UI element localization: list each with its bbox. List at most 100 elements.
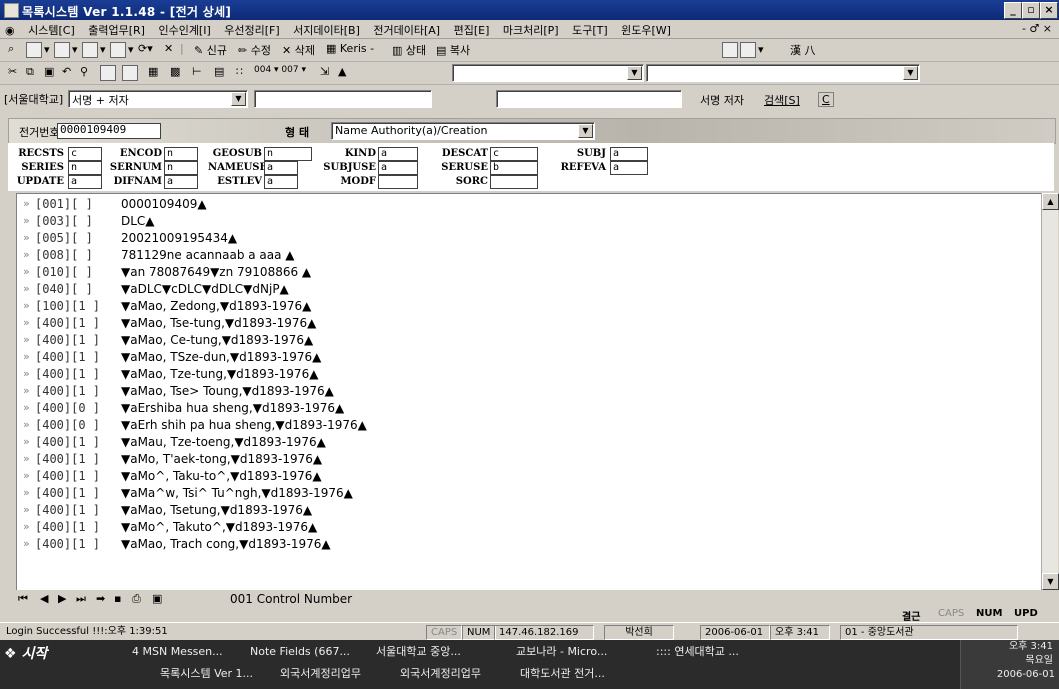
row-expand-icon[interactable]: » xyxy=(23,503,30,516)
fixed-field-subj[interactable]: a xyxy=(610,147,648,161)
row-expand-icon[interactable]: » xyxy=(23,520,30,533)
menu-output[interactable]: 출력업무[R] xyxy=(83,20,150,38)
title-bar[interactable]: 목록시스템 Ver 1.1.48 - [전거 상세] _ ▫ × xyxy=(0,0,1059,20)
fixed-field-refeva[interactable]: a xyxy=(610,161,648,175)
authority-no-field[interactable]: 0000109409 xyxy=(57,123,161,139)
fixed-field-sorc[interactable] xyxy=(490,175,538,189)
task-snu-library[interactable]: 서울대학교 중앙... xyxy=(376,642,461,662)
marc-field-row[interactable]: » [400][1 ] ▼aMao, Tsetung,▼d1893-1976▲ xyxy=(17,503,1037,520)
row-expand-icon[interactable]: » xyxy=(23,214,30,227)
menu-authority-data[interactable]: 전거데이타[A] xyxy=(368,20,445,38)
marc-field-row[interactable]: » [100][1 ] ▼aMao, Zedong,▼d1893-1976▲ xyxy=(17,299,1037,316)
marc-field-content[interactable]: ▼aMao, TSze-dun,▼d1893-1976▲ xyxy=(121,350,321,364)
marc-field-content[interactable]: ▼aMo, T'aek-tong,▼d1893-1976▲ xyxy=(121,452,322,466)
status-button[interactable]: ▥ 상태 xyxy=(392,42,426,58)
marc-field-row[interactable]: » [400][1 ] ▼aMau, Tze-toeng,▼d1893-1976▲ xyxy=(17,435,1037,452)
start-button[interactable]: ❖ 시작 xyxy=(4,643,74,665)
scroll-down-icon[interactable]: ▼ xyxy=(1042,573,1059,590)
menu-marc[interactable]: 마크처리[P] xyxy=(498,20,564,38)
format-icon[interactable]: ▤ xyxy=(214,65,224,78)
fixed-field-estlev[interactable]: a xyxy=(264,175,298,189)
minimize-button[interactable]: _ xyxy=(1004,2,1022,19)
insert-icon[interactable]: ⇲ xyxy=(320,65,329,78)
restore-button[interactable]: ▫ xyxy=(1022,2,1040,19)
marc-field-content[interactable]: 0000109409▲ xyxy=(121,197,207,211)
row-expand-icon[interactable]: » xyxy=(23,265,30,278)
row-expand-icon[interactable]: » xyxy=(23,367,30,380)
marc-field-content[interactable]: ▼aMau, Tze-toeng,▼d1893-1976▲ xyxy=(121,435,326,449)
toolbar-combo-2[interactable]: ▼ xyxy=(646,64,920,82)
fixed-field-sernum[interactable]: n xyxy=(164,161,198,175)
task-catalog-system[interactable]: 목록시스템 Ver 1... xyxy=(160,664,253,684)
toolbar-combo-1[interactable]: ▼ xyxy=(452,64,644,82)
marc-field-row[interactable]: » [400][1 ] ▼aMo^, Takuto^,▼d1893-1976▲ xyxy=(17,520,1037,537)
marc-field-row[interactable]: » [400][1 ] ▼aMao, Trach cong,▼d1893-1976▲ xyxy=(17,537,1037,554)
row-expand-icon[interactable]: » xyxy=(23,316,30,329)
keris-button[interactable]: ▦ Keris - xyxy=(326,42,374,55)
row-expand-icon[interactable]: » xyxy=(23,350,30,363)
marc-field-content[interactable]: 781129ne acannaab a aaa ▲ xyxy=(121,248,295,262)
refresh-icon[interactable]: ⟳▾ xyxy=(138,42,153,55)
marc-field-row[interactable]: » [003][ ] DLC▲ xyxy=(17,214,1037,231)
delimiter-icon[interactable]: ▲ xyxy=(338,65,346,78)
form2-icon[interactable] xyxy=(122,65,140,81)
marc-field-content[interactable]: ▼aMao, Tze-tung,▼d1893-1976▲ xyxy=(121,367,318,381)
task-foreign-cat-2[interactable]: 외국서계정리업무 xyxy=(400,664,481,684)
search-icon[interactable]: ⌕ xyxy=(8,42,14,56)
copy-button[interactable]: ▤ 복사 xyxy=(436,42,470,58)
subfield-icon[interactable]: ▩ xyxy=(170,65,180,78)
marc-editor[interactable]: » [001][ ] 0000109409▲ » [003][ ] DLC▲ » [005][… xyxy=(16,193,1042,591)
marc-field-content[interactable]: ▼aErshiba hua sheng,▼d1893-1976▲ xyxy=(121,401,344,415)
marc-field-row[interactable]: » [400][1 ] ▼aMo, T'aek-tong,▼d1893-1976▲ xyxy=(17,452,1037,469)
goto-icon[interactable]: ➡ xyxy=(96,592,105,605)
close-button[interactable]: × xyxy=(1040,2,1058,19)
fixed-field-difnam[interactable]: a xyxy=(164,175,198,189)
marc-field-row[interactable]: » [008][ ] 781129ne acannaab a aaa ▲ xyxy=(17,248,1037,265)
marc-field-row[interactable]: » [040][ ] ▼aDLC▼cDLC▼dDLC▼dNjP▲ xyxy=(17,282,1037,299)
marc-field-row[interactable]: » [400][1 ] ▼aMao, Ce-tung,▼d1893-1976▲ xyxy=(17,333,1037,350)
script-icon[interactable]: ∷ xyxy=(236,65,243,78)
fixed-field-update[interactable]: a xyxy=(68,175,102,189)
menu-window[interactable]: 윈도우[W] xyxy=(616,20,676,38)
row-expand-icon[interactable]: » xyxy=(23,418,30,431)
marc-field-content[interactable]: ▼aMao, Trach cong,▼d1893-1976▲ xyxy=(121,537,331,551)
row-expand-icon[interactable]: » xyxy=(23,333,30,346)
row-expand-icon[interactable]: » xyxy=(23,282,30,295)
task-foreign-cat-1[interactable]: 외국서계정리업무 xyxy=(280,664,361,684)
fixed-field-nameuse[interactable]: a xyxy=(264,161,298,175)
row-expand-icon[interactable]: » xyxy=(23,384,30,397)
print-record-icon[interactable]: ⎙ xyxy=(132,592,141,606)
cut-icon[interactable]: ✂ xyxy=(8,65,17,78)
last-record-icon[interactable]: ⏭ xyxy=(76,592,86,606)
fixed-field-recsts[interactable]: c xyxy=(68,147,102,161)
task-msn[interactable]: 4 MSN Messen... xyxy=(132,642,223,662)
marc-field-row[interactable]: » [400][1 ] ▼aMo^, Taku-to^,▼d1893-1976▲ xyxy=(17,469,1037,486)
menu-system[interactable]: 시스템[C] xyxy=(23,20,80,38)
hanja-button[interactable]: 漢 ⼋ xyxy=(790,42,816,58)
indent-icon[interactable]: ⊢ xyxy=(192,65,202,78)
editor-scrollbar[interactable]: ▲ ▼ xyxy=(1041,193,1059,590)
marc-field-row[interactable]: » [400][1 ] ▼aMao, Tze-tung,▼d1893-1976▲ xyxy=(17,367,1037,384)
task-university-authority[interactable]: 대학도서관 전거... xyxy=(520,664,605,684)
fixed-field-series[interactable]: n xyxy=(68,161,102,175)
paste-icon[interactable]: ▣ xyxy=(44,65,54,78)
row-expand-icon[interactable]: » xyxy=(23,401,30,414)
modify-button[interactable]: ✏ 수정 xyxy=(238,42,271,58)
fixed-field-modf[interactable] xyxy=(378,175,418,189)
marc-field-content[interactable]: 20021009195434▲ xyxy=(121,231,237,245)
row-expand-icon[interactable]: » xyxy=(23,537,30,550)
marc-field-row[interactable]: » [400][1 ] ▼aMao, TSze-dun,▼d1893-1976▲ xyxy=(17,350,1037,367)
marc-field-row[interactable]: » [010][ ] ▼an 78087649▼zn 79108866 ▲ xyxy=(17,265,1037,282)
marc-field-row[interactable]: » [001][ ] 0000109409▲ xyxy=(17,197,1037,214)
marc-field-row[interactable]: » [400][1 ] ▼aMa^w, Tsi^ Tu^ngh,▼d1893-197… xyxy=(17,486,1037,503)
fixed-field-encod[interactable]: n xyxy=(164,147,198,161)
task-yonsei[interactable]: :::: 연세대학교 ... xyxy=(656,642,739,662)
print-icon[interactable]: ▾ xyxy=(54,42,78,58)
marc-field-row[interactable]: » [005][ ] 20021009195434▲ xyxy=(17,231,1037,248)
search-input-1[interactable] xyxy=(254,90,432,108)
task-note-fields[interactable]: Note Fields (667... xyxy=(250,642,350,662)
first-record-icon[interactable]: ⏮ xyxy=(18,592,28,606)
marc-field-content[interactable]: ▼aMa^w, Tsi^ Tu^ngh,▼d1893-1976▲ xyxy=(121,486,353,500)
row-expand-icon[interactable]: » xyxy=(23,469,30,482)
menu-priority[interactable]: 우선정리[F] xyxy=(219,20,284,38)
